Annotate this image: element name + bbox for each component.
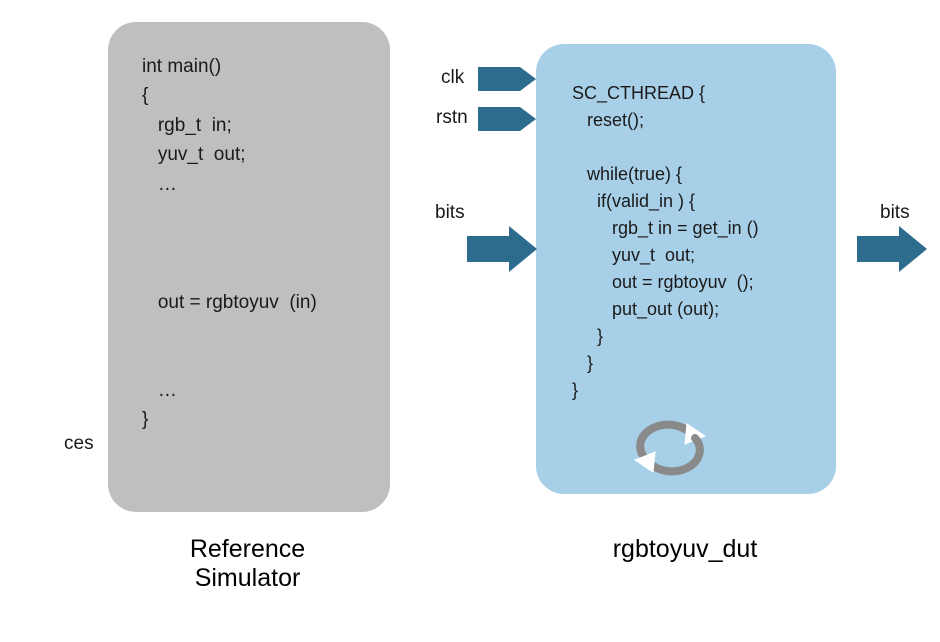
cycle-icon — [625, 418, 715, 478]
ces-label: ces — [64, 433, 94, 455]
bits-in-label: bits — [435, 202, 465, 224]
bits-out-arrow-icon — [857, 226, 931, 272]
rstn-label: rstn — [436, 107, 468, 129]
dut-code: SC_CTHREAD { reset(); while(true) { if(v… — [560, 74, 812, 404]
dut-label: rgbtoyuv_dut — [595, 535, 775, 564]
ref-simulator-box: int main() { rgb_t in; yuv_t out; … out … — [108, 22, 390, 512]
ref-simulator-label: Reference Simulator — [135, 535, 360, 593]
diagram-container: int main() { rgb_t in; yuv_t out; … out … — [0, 0, 940, 642]
clk-label: clk — [441, 67, 464, 89]
bits-out-label: bits — [880, 202, 910, 224]
ref-simulator-code: int main() { rgb_t in; yuv_t out; … out … — [132, 52, 366, 435]
clk-arrow-icon — [478, 64, 538, 94]
rstn-arrow-icon — [478, 104, 538, 134]
bits-in-arrow-icon — [467, 226, 541, 272]
